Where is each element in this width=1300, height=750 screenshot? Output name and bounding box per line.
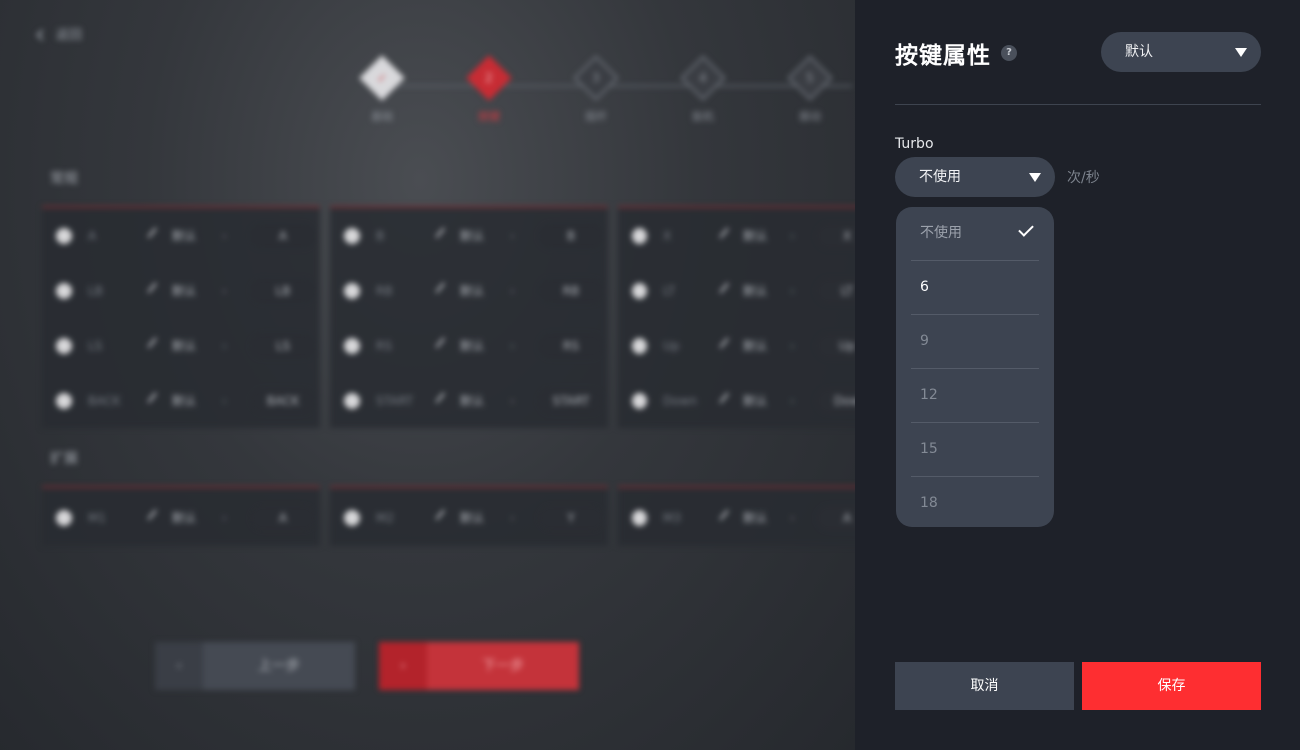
turbo-dropdown-menu: 不使用 6 9 12 15 18 [896, 207, 1054, 527]
app-root: 返回 ✓ 基础 2 按键 3 摇杆 4 扳机 5 振动 常规 A 默认 › A … [0, 0, 1300, 750]
header-divider [895, 104, 1261, 105]
button-icon [632, 392, 647, 409]
turbo-option-off[interactable]: 不使用 [911, 207, 1039, 261]
mapping-row[interactable]: Down默认›Dow [618, 373, 855, 428]
edit-icon[interactable] [435, 392, 453, 409]
mapping-row[interactable]: B 默认 › B [330, 208, 608, 263]
mapping-row[interactable]: M3 默认 › A [618, 490, 855, 545]
edit-icon[interactable] [719, 392, 736, 409]
mapping-row[interactable]: A 默认 › A [42, 208, 320, 263]
step-4[interactable]: 4 扳机 [680, 55, 726, 124]
edit-icon[interactable] [147, 509, 165, 526]
step-2[interactable]: 2 按键 [466, 55, 512, 124]
button-icon [344, 282, 360, 299]
caret-down-icon [1029, 173, 1041, 182]
mapping-row[interactable]: START 默认 › START [330, 373, 608, 428]
turbo-select-value: 不使用 [919, 169, 961, 185]
section-ext-title: 扩展 [50, 451, 78, 467]
button-panel-2: B 默认 › B RB 默认 › RB RS 默认 › RS START 默认 › START [330, 206, 608, 428]
mapping-row[interactable]: LB 默认 › LB [42, 263, 320, 318]
mapping-row[interactable]: LT 默认 › LT [618, 263, 855, 318]
cancel-button[interactable]: 取消 [895, 662, 1074, 710]
section-basic-title: 常规 [50, 171, 78, 187]
mapping-row[interactable]: BACK 默认 › BACK [42, 373, 320, 428]
button-icon [632, 509, 647, 526]
mapping-row[interactable]: X 默认 › X [618, 208, 855, 263]
step-1[interactable]: ✓ 基础 [359, 55, 405, 124]
button-icon [344, 337, 360, 354]
turbo-option-6[interactable]: 6 [911, 261, 1039, 315]
save-button[interactable]: 保存 [1082, 662, 1261, 710]
turbo-option-12[interactable]: 12 [911, 369, 1039, 423]
back-link[interactable]: 返回 [36, 24, 82, 43]
button-panel-1: A 默认 › A LB 默认 › LB LS 默认 › LS BACK 默认 › BACK [42, 206, 320, 428]
mapping-row[interactable]: M2 默认 › Y [330, 490, 608, 545]
help-icon[interactable]: ? [1001, 45, 1017, 61]
edit-icon[interactable] [435, 337, 453, 354]
button-icon [632, 282, 647, 299]
profile-select[interactable]: 默认 [1101, 32, 1261, 72]
edit-icon[interactable] [147, 392, 165, 409]
turbo-option-18[interactable]: 18 [911, 477, 1039, 531]
edit-icon[interactable] [147, 227, 165, 244]
button-icon [632, 227, 647, 244]
ext-panel-1: M1 默认 › A [42, 486, 320, 546]
step-5[interactable]: 5 振动 [787, 55, 833, 124]
chevron-left-icon: ‹ [155, 642, 203, 690]
edit-icon[interactable] [435, 282, 453, 299]
edit-icon[interactable] [719, 227, 736, 244]
mapping-row[interactable]: M1 默认 › A [42, 490, 320, 545]
ext-panel-2: M2 默认 › Y [330, 486, 608, 546]
caret-down-icon [1235, 48, 1247, 57]
button-icon [56, 337, 72, 354]
mapping-row[interactable]: Up 默认 › Up [618, 318, 855, 373]
edit-icon[interactable] [435, 227, 453, 244]
mapping-row[interactable]: LS 默认 › LS [42, 318, 320, 373]
turbo-label: Turbo [895, 136, 934, 152]
button-icon [56, 509, 72, 526]
button-icon [56, 282, 72, 299]
profile-select-value: 默认 [1125, 44, 1153, 60]
edit-icon[interactable] [719, 509, 736, 526]
button-icon [344, 392, 360, 409]
turbo-option-9[interactable]: 9 [911, 315, 1039, 369]
key-properties-drawer: 按键属性 ? 默认 Turbo 不使用 次/秒 不使用 6 9 12 15 18… [855, 0, 1300, 750]
mapping-row[interactable]: RB 默认 › RB [330, 263, 608, 318]
turbo-select[interactable]: 不使用 [895, 157, 1055, 197]
ext-panel-3: M3 默认 › A [618, 486, 855, 546]
edit-icon[interactable] [147, 282, 165, 299]
drawer-title: 按键属性 [895, 43, 991, 69]
prev-step-button[interactable]: ‹ 上一步 [155, 642, 355, 690]
edit-icon[interactable] [719, 337, 736, 354]
button-icon [632, 337, 647, 354]
turbo-unit-label: 次/秒 [1067, 170, 1100, 186]
edit-icon[interactable] [147, 337, 165, 354]
chevron-right-icon: › [379, 642, 427, 690]
chevron-left-icon [36, 29, 48, 41]
check-icon [1018, 221, 1034, 237]
turbo-option-15[interactable]: 15 [911, 423, 1039, 477]
background-content: 返回 ✓ 基础 2 按键 3 摇杆 4 扳机 5 振动 常规 A 默认 › A … [0, 0, 855, 750]
mapping-row[interactable]: RS 默认 › RS [330, 318, 608, 373]
button-panel-3: X默认›X LT默认›LT Up默认›Up Down默认›Dow [618, 206, 855, 428]
edit-icon[interactable] [435, 509, 453, 526]
next-step-button[interactable]: › 下一步 [379, 642, 579, 690]
button-icon [344, 227, 360, 244]
edit-icon[interactable] [719, 282, 736, 299]
step-3[interactable]: 3 摇杆 [573, 55, 619, 124]
button-icon [344, 509, 360, 526]
background-screen: 返回 ✓ 基础 2 按键 3 摇杆 4 扳机 5 振动 常规 A 默认 › A … [0, 0, 855, 750]
button-icon [56, 227, 72, 244]
button-icon [56, 392, 72, 409]
